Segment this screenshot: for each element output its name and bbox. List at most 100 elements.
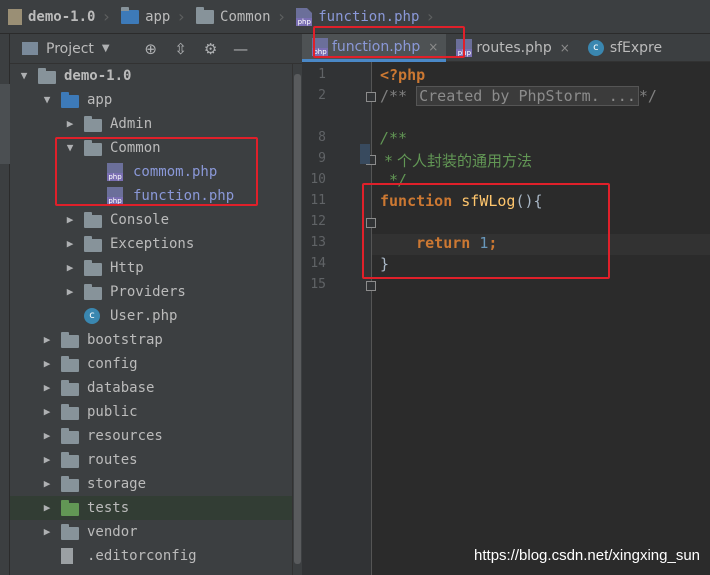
tree-item-label: Http <box>110 260 144 276</box>
code-line-10[interactable]: * 个人封装的通用方法 <box>380 150 532 171</box>
line-number: 10 <box>310 172 326 187</box>
chevron-right-icon[interactable]: ▶ <box>41 520 53 544</box>
project-panel-title[interactable]: Project <box>46 41 94 57</box>
project-scrollbar[interactable] <box>292 64 302 575</box>
chevron-right-icon[interactable]: ▶ <box>64 208 76 232</box>
fold-end-icon[interactable] <box>366 281 376 291</box>
doc-comment: * 个人封装的通用方法 <box>380 152 533 170</box>
chevron-right-icon: › <box>425 7 436 26</box>
folder-icon <box>121 6 140 24</box>
folder-icon <box>84 212 102 228</box>
doc-comment: /** <box>380 129 408 147</box>
fold-expand-icon[interactable] <box>366 92 376 102</box>
code-line-2[interactable]: /** Created by PhpStorm. ... */ <box>380 86 657 106</box>
tree-item[interactable]: ▶ Console <box>10 208 292 232</box>
chevron-right-icon: › <box>276 7 287 26</box>
line-number: 2 <box>318 88 326 103</box>
close-icon[interactable]: × <box>560 41 570 55</box>
tree-item[interactable]: ▶ config <box>10 352 292 376</box>
line-number: 9 <box>318 151 326 166</box>
annotation-box-tab <box>313 26 465 58</box>
line-number: 12 <box>310 214 326 229</box>
tree-item[interactable]: ▶ bootstrap <box>10 328 292 352</box>
hide-icon[interactable]: — <box>226 40 256 58</box>
tree-item[interactable]: ▶ Exceptions <box>10 232 292 256</box>
scrollbar-thumb[interactable] <box>294 74 301 564</box>
chevron-right-icon[interactable]: ▶ <box>41 472 53 496</box>
breadcrumb-app[interactable]: app › <box>117 0 192 33</box>
folder-icon <box>196 6 215 24</box>
tree-item-label: .editorconfig <box>87 548 197 564</box>
folder-icon <box>61 524 79 540</box>
chevron-right-icon[interactable]: ▶ <box>64 232 76 256</box>
gear-icon[interactable]: ⚙ <box>196 40 226 58</box>
chevron-right-icon[interactable]: ▶ <box>64 280 76 304</box>
folder-icon <box>84 260 102 276</box>
code-line-1[interactable]: <?php <box>380 66 425 84</box>
tree-item[interactable]: ▶ Http <box>10 256 292 280</box>
tree-item[interactable]: ▶ Admin <box>10 112 292 136</box>
tool-window-strip <box>0 34 10 575</box>
tree-item-label: resources <box>87 428 163 444</box>
folder-icon <box>61 452 79 468</box>
tree-item-label: app <box>87 92 113 108</box>
chevron-right-icon[interactable]: ▶ <box>64 112 76 136</box>
folder-icon <box>61 476 79 492</box>
tree-item[interactable]: ▼ app <box>10 88 292 112</box>
tree-item[interactable]: ▶ Providers <box>10 280 292 304</box>
code-editor: function.php × routes.php × c sfExpre 1 … <box>302 34 710 575</box>
chevron-right-icon[interactable]: ▶ <box>41 376 53 400</box>
tree-item[interactable]: ▶ database <box>10 376 292 400</box>
folder-icon <box>61 500 79 516</box>
chevron-down-icon[interactable]: ▼ <box>18 64 30 88</box>
tree-item-label: storage <box>87 476 147 492</box>
line-number: 1 <box>318 67 326 82</box>
folder-icon <box>84 284 102 300</box>
tree-item[interactable]: c User.php <box>10 304 292 328</box>
chevron-right-icon[interactable]: ▶ <box>41 352 53 376</box>
breadcrumb-common[interactable]: Common › <box>192 0 292 33</box>
tab-routes-php[interactable]: routes.php × <box>446 34 577 62</box>
editor-gutter: 1 2 8 9 10 11 12 13 14 15 <box>302 62 376 575</box>
breadcrumb-file-label: function.php <box>318 8 420 25</box>
chevron-down-icon[interactable]: ▼ <box>41 88 53 112</box>
folded-comment[interactable]: Created by PhpStorm. ... <box>416 86 639 106</box>
tree-item[interactable]: ▼ demo-1.0 <box>10 64 292 88</box>
code-line-9[interactable]: /** <box>380 129 407 147</box>
tab-label: sfExpre <box>609 40 663 56</box>
breadcrumb-project[interactable]: demo-1.0 › <box>0 0 117 33</box>
tree-item[interactable]: ▶ routes <box>10 448 292 472</box>
chevron-right-icon[interactable]: ▶ <box>41 328 53 352</box>
chevron-right-icon[interactable]: ▶ <box>41 496 53 520</box>
chevron-right-icon: › <box>176 7 187 26</box>
tab-sfexpre[interactable]: c sfExpre <box>578 34 670 62</box>
chevron-right-icon[interactable]: ▶ <box>41 448 53 472</box>
collapse-icon[interactable]: ⇳ <box>166 40 196 58</box>
tree-item[interactable]: ▶ resources <box>10 424 292 448</box>
folder-icon <box>61 332 79 348</box>
chevron-right-icon[interactable]: ▶ <box>64 256 76 280</box>
folder-icon <box>84 236 102 252</box>
chevron-down-icon[interactable]: ▼ <box>102 43 110 54</box>
line-number: 13 <box>310 235 326 250</box>
tree-item[interactable]: ▶ public <box>10 400 292 424</box>
breadcrumb-app-label: app <box>145 8 171 25</box>
tree-item[interactable]: ▶ storage <box>10 472 292 496</box>
project-tool-window-button[interactable] <box>0 84 10 164</box>
php-open-tag: <?php <box>380 66 426 84</box>
tree-item-label: routes <box>87 452 138 468</box>
tree-item-label: database <box>87 380 155 396</box>
locate-icon[interactable]: ⊕ <box>136 40 166 58</box>
class-icon: c <box>587 40 604 56</box>
panel-icon <box>22 42 38 55</box>
chevron-right-icon[interactable]: ▶ <box>41 400 53 424</box>
breadcrumb-common-label: Common <box>220 8 271 25</box>
tree-item[interactable]: ▶ tests <box>10 496 292 520</box>
tree-item-label: vendor <box>87 524 138 540</box>
comment-close: */ <box>638 87 657 105</box>
folder-icon <box>61 428 79 444</box>
chevron-right-icon[interactable]: ▶ <box>41 424 53 448</box>
tree-item[interactable]: .editorconfig <box>10 544 292 568</box>
tree-item-label: Admin <box>110 116 153 132</box>
tree-item[interactable]: ▶ vendor <box>10 520 292 544</box>
